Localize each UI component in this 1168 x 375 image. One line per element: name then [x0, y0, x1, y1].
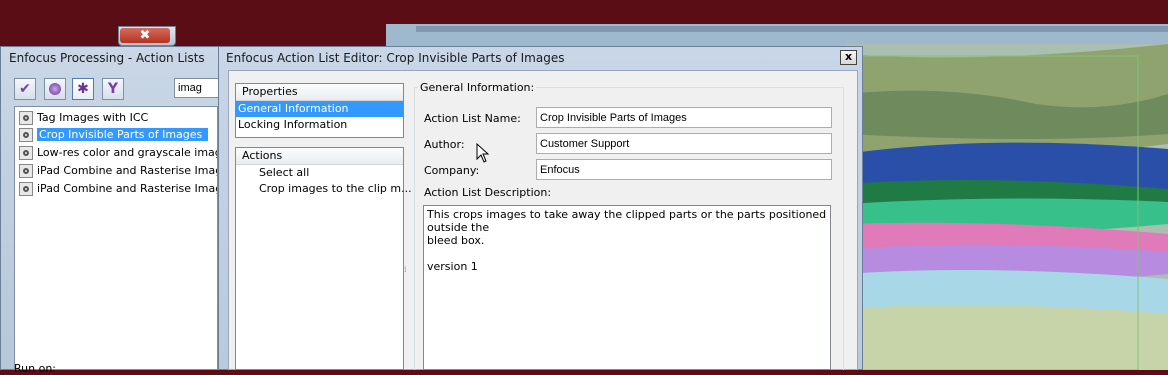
action-list-icon [19, 182, 33, 196]
author-field[interactable] [536, 133, 832, 154]
check-button[interactable]: ✔ [14, 78, 36, 100]
processing-close-button[interactable]: ✖ [120, 28, 170, 43]
actions-header: Actions [236, 148, 403, 165]
actions-panel: Actions Select all Crop images to the cl… [235, 147, 412, 370]
list-item[interactable]: iPad Combine and Rasterise Images t [19, 180, 217, 197]
editor-close-button[interactable]: x [840, 50, 857, 65]
action-list: Tag Images with ICC Crop Invisible Parts… [14, 106, 218, 370]
close-icon: x [844, 50, 853, 63]
properties-panel: Properties General Information Locking I… [235, 83, 404, 138]
splitter-handle[interactable]: ⁞ [404, 265, 410, 274]
search-input[interactable] [174, 78, 220, 98]
actions-item-crop-images[interactable]: Crop images to the clip m... [236, 181, 412, 197]
globe-button[interactable] [44, 78, 66, 100]
name-field[interactable] [536, 107, 832, 128]
action-list-icon [19, 111, 33, 125]
run-on-label: Run on: [14, 362, 56, 375]
general-info-group-label: General Information: [418, 81, 537, 94]
globe-icon [49, 83, 61, 95]
action-list-icon [19, 146, 33, 160]
author-label: Author: [424, 138, 465, 151]
filter-icon: Y [107, 81, 119, 97]
action-list-icon [19, 164, 33, 178]
settings-button[interactable]: ✱ [72, 78, 94, 100]
list-item-selected[interactable]: Crop Invisible Parts of Images [19, 126, 217, 143]
gear-icon: ✱ [77, 81, 89, 97]
company-field[interactable] [536, 159, 832, 180]
properties-item-general[interactable]: General Information [236, 101, 403, 117]
processing-window-title: Enfocus Processing - Action Lists [9, 51, 205, 65]
properties-item-locking[interactable]: Locking Information [236, 117, 403, 133]
check-icon: ✔ [19, 81, 31, 97]
description-label: Action List Description: [424, 186, 552, 199]
name-label: Action List Name: [424, 112, 521, 125]
properties-header: Properties [236, 84, 403, 101]
action-list-icon [19, 128, 33, 142]
list-item[interactable]: iPad Combine and Rasterise Images t [19, 162, 217, 179]
description-field[interactable]: This crops images to take away the clipp… [423, 205, 831, 370]
actions-item-select-all[interactable]: Select all [236, 165, 403, 181]
editor-window-title: Enfocus Action List Editor: Crop Invisib… [226, 51, 565, 65]
company-label: Company: [424, 164, 480, 177]
filter-button[interactable]: Y [102, 78, 124, 100]
list-item[interactable]: Low-res color and grayscale images: v [19, 144, 217, 161]
list-item[interactable]: Tag Images with ICC [19, 109, 217, 126]
mouse-cursor-icon [476, 143, 490, 163]
